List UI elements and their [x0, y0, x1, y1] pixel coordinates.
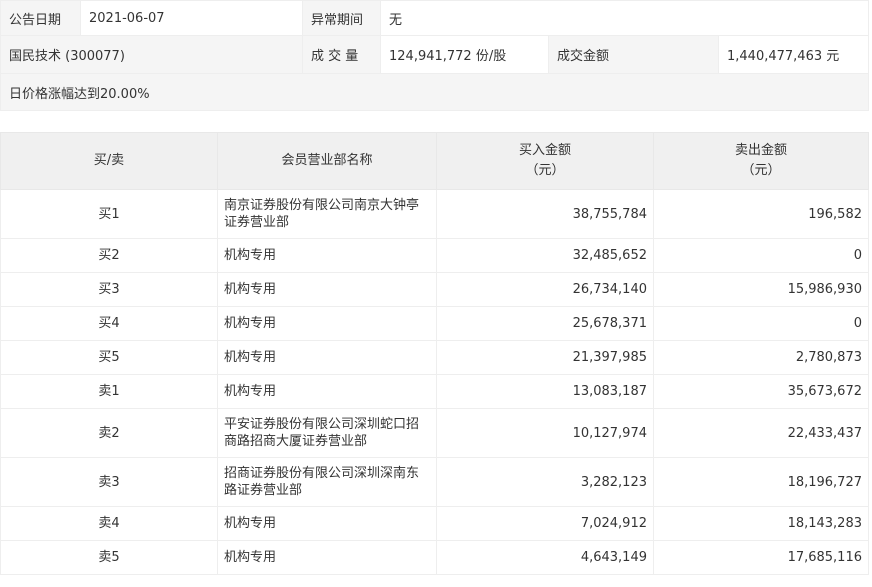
row-buy-amount: 3,282,123 — [436, 457, 654, 507]
info-row-trade: 国民技术 (300077) 成 交 量 124,941,772 份/股 成交金额… — [0, 35, 870, 74]
header-sell-amount-label: 卖出金额 — [734, 143, 787, 158]
row-sell-amount: 196,582 — [653, 189, 869, 239]
table-row: 买4 机构专用 25,678,371 0 — [0, 306, 869, 341]
table-row: 卖1 机构专用 13,083,187 35,673,672 — [0, 374, 869, 409]
table-row: 卖2 平安证券股份有限公司深圳蛇口招商路招商大厦证券营业部 10,127,974… — [0, 408, 869, 458]
row-sell-amount: 0 — [653, 306, 869, 341]
announcement-info-table: 公告日期 2021-06-07 异常期间 无 国民技术 (300077) 成 交… — [0, 0, 870, 111]
row-sell-amount: 17,685,116 — [653, 540, 869, 575]
abnormal-period-label: 异常期间 — [302, 0, 381, 36]
table-row: 买1 南京证券股份有限公司南京大钟亭证券营业部 38,755,784 196,5… — [0, 189, 869, 239]
row-sell-amount: 18,196,727 — [653, 457, 869, 507]
row-branch-name: 机构专用 — [217, 340, 437, 375]
header-buy-amount: 买入金额 （元） — [436, 132, 654, 190]
trading-branch-table: 买/卖 会员营业部名称 买入金额 （元） 卖出金额 （元） 买1 南京证券股份有… — [0, 132, 869, 575]
table-row: 买3 机构专用 26,734,140 15,986,930 — [0, 272, 869, 307]
row-sell-amount: 22,433,437 — [653, 408, 869, 458]
header-buy-amount-label: 买入金额 — [518, 143, 571, 158]
table-row: 买2 机构专用 32,485,652 0 — [0, 238, 869, 273]
announcement-date-label: 公告日期 — [0, 0, 81, 36]
row-sell-amount: 0 — [653, 238, 869, 273]
row-side: 卖5 — [0, 540, 218, 575]
header-side: 买/卖 — [0, 132, 218, 190]
abnormal-period-value: 无 — [379, 0, 870, 36]
header-sell-amount-unit: （元） — [741, 163, 781, 178]
row-side: 卖3 — [0, 457, 218, 507]
header-sell-amount: 卖出金额 （元） — [653, 132, 869, 190]
row-sell-amount: 35,673,672 — [653, 374, 869, 409]
volume-value: 124,941,772 份/股 — [380, 35, 549, 74]
row-buy-amount: 26,734,140 — [436, 272, 654, 307]
table-header-row: 买/卖 会员营业部名称 买入金额 （元） 卖出金额 （元） — [0, 132, 869, 190]
row-branch-name: 平安证券股份有限公司深圳蛇口招商路招商大厦证券营业部 — [217, 408, 437, 458]
row-branch-name: 机构专用 — [217, 540, 437, 575]
row-buy-amount: 25,678,371 — [436, 306, 654, 341]
row-side: 买5 — [0, 340, 218, 375]
table-row: 卖5 机构专用 4,643,149 17,685,116 — [0, 540, 869, 575]
amount-value: 1,440,477,463 元 — [717, 35, 870, 74]
row-branch-name: 机构专用 — [217, 306, 437, 341]
row-buy-amount: 38,755,784 — [436, 189, 654, 239]
row-side: 买3 — [0, 272, 218, 307]
row-buy-amount: 21,397,985 — [436, 340, 654, 375]
row-side: 买1 — [0, 189, 218, 239]
row-branch-name: 机构专用 — [217, 374, 437, 409]
row-sell-amount: 18,143,283 — [653, 506, 869, 541]
row-side: 买2 — [0, 238, 218, 273]
row-sell-amount: 2,780,873 — [653, 340, 869, 375]
row-branch-name: 机构专用 — [217, 238, 437, 273]
table-row: 买5 机构专用 21,397,985 2,780,873 — [0, 340, 869, 375]
row-side: 卖4 — [0, 506, 218, 541]
header-branch-name: 会员营业部名称 — [217, 132, 437, 190]
row-side: 卖1 — [0, 374, 218, 409]
row-side: 卖2 — [0, 408, 218, 458]
info-row-date: 公告日期 2021-06-07 异常期间 无 — [0, 0, 870, 36]
row-buy-amount: 7,024,912 — [436, 506, 654, 541]
table-row: 卖4 机构专用 7,024,912 18,143,283 — [0, 506, 869, 541]
info-row-change: 日价格涨幅达到20.00% — [0, 73, 870, 111]
row-branch-name: 机构专用 — [217, 506, 437, 541]
header-buy-amount-unit: （元） — [525, 163, 565, 178]
row-buy-amount: 10,127,974 — [436, 408, 654, 458]
amount-label: 成交金额 — [548, 35, 719, 74]
row-branch-name: 南京证券股份有限公司南京大钟亭证券营业部 — [217, 189, 437, 239]
row-branch-name: 招商证券股份有限公司深圳深南东路证券营业部 — [217, 457, 437, 507]
row-branch-name: 机构专用 — [217, 272, 437, 307]
row-buy-amount: 4,643,149 — [436, 540, 654, 575]
row-side: 买4 — [0, 306, 218, 341]
row-sell-amount: 15,986,930 — [653, 272, 869, 307]
volume-label: 成 交 量 — [302, 35, 381, 74]
table-row: 卖3 招商证券股份有限公司深圳深南东路证券营业部 3,282,123 18,19… — [0, 457, 869, 507]
announcement-date-value: 2021-06-07 — [80, 0, 303, 36]
stock-name: 国民技术 (300077) — [0, 35, 303, 74]
row-buy-amount: 32,485,652 — [436, 238, 654, 273]
row-buy-amount: 13,083,187 — [436, 374, 654, 409]
price-change-text: 日价格涨幅达到20.00% — [0, 73, 870, 111]
